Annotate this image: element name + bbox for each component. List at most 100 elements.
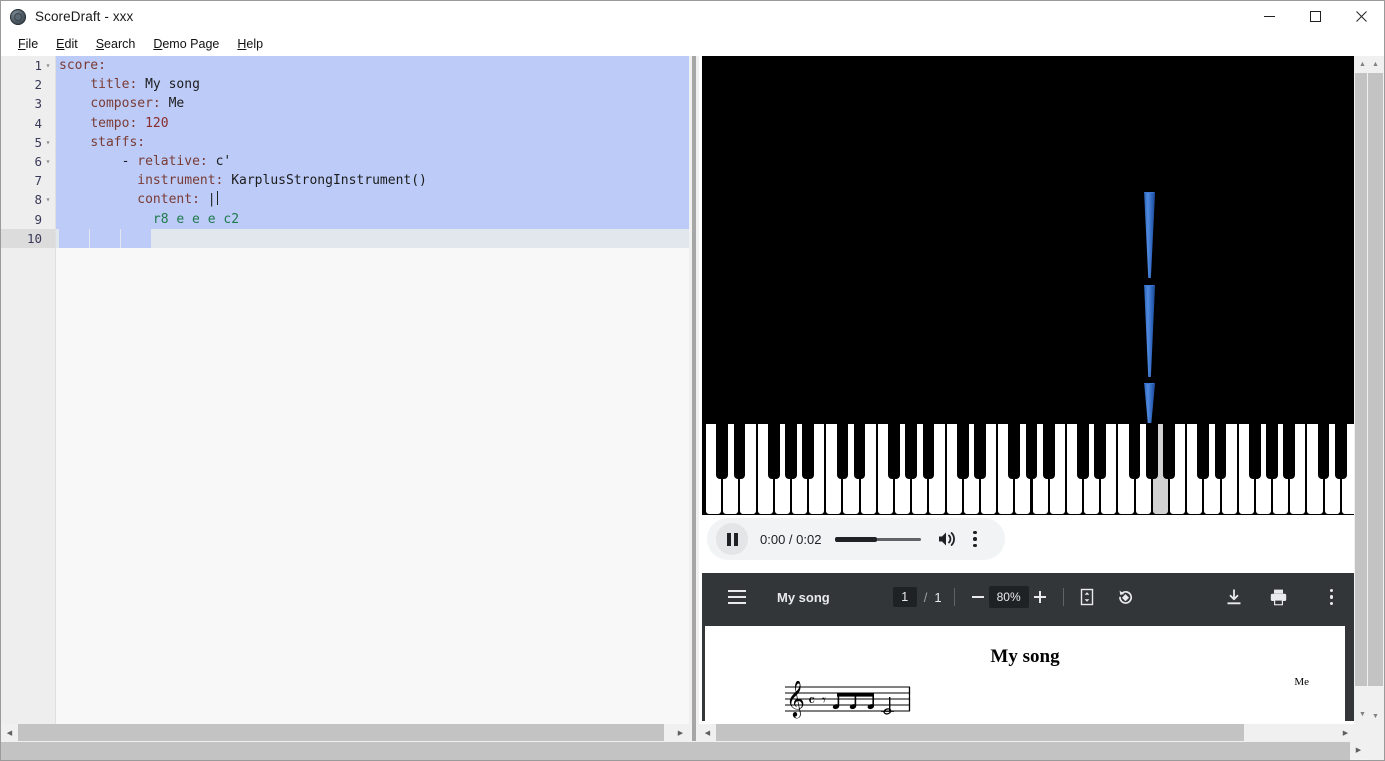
window-hscroll-thumb[interactable] [1, 741, 1350, 760]
line-number-9[interactable]: 9 [1, 210, 55, 229]
line-number-1[interactable]: 1 ▾ [1, 56, 55, 75]
preview-hscroll-thumb[interactable] [716, 724, 1244, 741]
preview-horizontal-scrollbar[interactable]: ◀ ▶ [699, 724, 1354, 741]
print-icon[interactable] [1269, 588, 1288, 607]
piano-black-key-29[interactable] [1214, 423, 1227, 479]
piano-black-key-18[interactable] [1025, 423, 1038, 479]
line-number-4[interactable]: 4 [1, 114, 55, 133]
line-number-gutter: 1 ▾ 2 3 4 5 ▾ 6 ▾ 7 8 ▾ 9 10 [1, 56, 56, 724]
piano-black-key-14[interactable] [956, 423, 969, 479]
line-number-2[interactable]: 2 [1, 75, 55, 94]
piano-black-key-7[interactable] [836, 423, 849, 479]
piano-black-key-1[interactable] [733, 423, 746, 479]
piano-black-key-4[interactable] [785, 423, 797, 479]
editor-horizontal-scrollbar[interactable]: ◀ ▶ [1, 724, 689, 741]
pane-splitter[interactable] [689, 56, 699, 741]
line-number-6[interactable]: 6 ▾ [1, 152, 55, 171]
code-line-3[interactable]: composer: Me [56, 94, 689, 114]
fold-marker-1[interactable]: ▾ [43, 56, 53, 75]
editor-hscroll-track[interactable] [18, 724, 672, 741]
menu-edit[interactable]: Edit [47, 35, 87, 53]
piano-black-key-11[interactable] [905, 423, 918, 479]
code-text-area[interactable]: score: title: My song composer: Me tempo… [56, 56, 689, 724]
minimize-button[interactable] [1246, 1, 1292, 32]
pause-button[interactable] [716, 523, 748, 555]
line-number-3[interactable]: 3 [1, 94, 55, 113]
code-line-10[interactable] [56, 228, 689, 248]
code-line-8[interactable]: content: | [56, 190, 689, 210]
piano-black-key-25[interactable] [1145, 423, 1158, 479]
piano-black-key-24[interactable] [1128, 423, 1141, 479]
editor-hscroll-thumb[interactable] [18, 724, 664, 741]
pdf-page-area[interactable]: My song Me 𝄞 𝄴 𝄾 [702, 621, 1354, 721]
fold-marker-8[interactable]: ▾ [43, 190, 53, 209]
piano-black-key-32[interactable] [1266, 423, 1278, 479]
piano-black-key-35[interactable] [1317, 423, 1330, 479]
rotate-icon[interactable] [1116, 588, 1135, 607]
fold-marker-5[interactable]: ▾ [43, 133, 53, 152]
code-line-6[interactable]: - relative: c' [56, 151, 689, 172]
piano-black-key-17[interactable] [1008, 423, 1021, 479]
menu-demo-page[interactable]: Demo Page [144, 35, 228, 53]
piano-black-key-21[interactable] [1077, 423, 1089, 479]
line-number-8[interactable]: 8 ▾ [1, 190, 55, 209]
piano-black-key-15[interactable] [974, 423, 986, 479]
piano-black-key-22[interactable] [1094, 423, 1107, 479]
piano-keyboard[interactable] [705, 423, 1354, 515]
code-line-1[interactable]: score: [56, 56, 689, 76]
piano-black-key-10[interactable] [888, 423, 900, 479]
piano-black-key-3[interactable] [767, 423, 780, 479]
menu-help[interactable]: Help [228, 35, 272, 53]
piano-black-key-8[interactable] [853, 423, 866, 479]
maximize-button[interactable] [1292, 1, 1338, 32]
volume-icon[interactable] [937, 530, 957, 548]
window-vertical-scrollbar[interactable]: ▲ ▼ [1367, 56, 1384, 760]
window-horizontal-scrollbar[interactable]: ▶ [1, 741, 1367, 760]
code-line-2[interactable]: title: My song [56, 75, 689, 95]
window-hscroll-track[interactable] [1, 741, 1350, 760]
line-number-7-text: 7 [34, 173, 42, 189]
code-line-7[interactable]: instrument: KarplusStrongInstrument() [56, 171, 689, 191]
piano-black-key-26[interactable] [1163, 423, 1175, 479]
zoom-level-input[interactable]: 80% [988, 586, 1029, 608]
code-line-5[interactable]: staffs: [56, 132, 689, 152]
volume-slider[interactable] [835, 532, 922, 546]
piano-black-key-28[interactable] [1197, 423, 1210, 479]
volume-fill [835, 537, 878, 542]
window-hscroll-right-arrow[interactable]: ▶ [1350, 741, 1367, 759]
piano-black-key-5[interactable] [802, 423, 814, 479]
line-number-10[interactable]: 10 [1, 228, 55, 248]
piano-black-key-36[interactable] [1334, 423, 1347, 479]
code-line-9[interactable]: r8 e e e c2 [56, 209, 689, 229]
piano-roll-video[interactable] [702, 56, 1354, 515]
hamburger-menu-icon[interactable] [728, 590, 746, 604]
editor-hscroll-left-arrow[interactable]: ◀ [1, 724, 18, 741]
preview-hscroll-left-arrow[interactable]: ◀ [699, 724, 716, 741]
piano-black-key-0[interactable] [716, 423, 728, 479]
window-vscroll-thumb[interactable] [1368, 73, 1383, 686]
fold-marker-6[interactable]: ▾ [43, 152, 53, 171]
page-number-input[interactable]: 1 [892, 587, 917, 607]
window-vscroll-down-arrow[interactable]: ▼ [1367, 708, 1384, 725]
media-more-options-icon[interactable] [973, 530, 977, 548]
fit-to-page-icon[interactable] [1078, 588, 1096, 606]
piano-black-key-19[interactable] [1042, 423, 1055, 479]
preview-hscroll-right-arrow[interactable]: ▶ [1337, 724, 1354, 741]
window-vscroll-up-arrow[interactable]: ▲ [1367, 56, 1384, 73]
piano-black-key-12[interactable] [922, 423, 935, 479]
menu-search[interactable]: Search [87, 35, 145, 53]
code-editor-pane[interactable]: 1 ▾ 2 3 4 5 ▾ 6 ▾ 7 8 ▾ 9 10 score: title: M… [1, 56, 689, 724]
piano-black-key-31[interactable] [1249, 423, 1261, 479]
editor-hscroll-right-arrow[interactable]: ▶ [672, 724, 689, 741]
zoom-in-button[interactable] [1029, 589, 1051, 605]
preview-hscroll-track[interactable] [716, 724, 1337, 741]
line-number-5[interactable]: 5 ▾ [1, 133, 55, 152]
close-button[interactable] [1338, 1, 1384, 32]
menu-file[interactable]: File [9, 35, 47, 53]
piano-black-key-33[interactable] [1283, 423, 1296, 479]
code-line-4[interactable]: tempo: 120 [56, 113, 689, 133]
pdf-more-options-icon[interactable] [1329, 588, 1333, 606]
download-icon[interactable] [1225, 588, 1243, 606]
zoom-out-button[interactable] [967, 589, 989, 605]
line-number-7[interactable]: 7 [1, 171, 55, 190]
